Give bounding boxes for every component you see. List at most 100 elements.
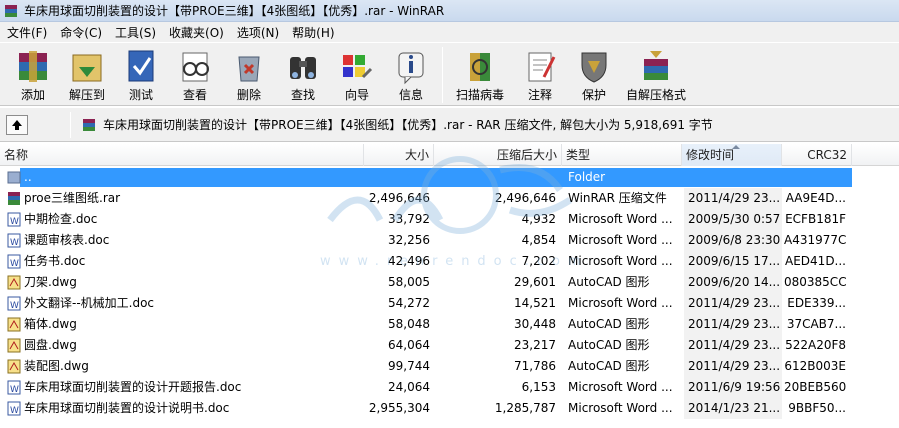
file-type: Microsoft Word ... [568,401,673,415]
file-modified: 2011/6/9 19:56 [688,380,781,394]
file-modified: 2011/4/29 23... [688,317,781,331]
file-size: 54,272 [388,296,430,310]
add-label: 添加 [20,88,45,102]
file-crc: 522A20F8 [785,338,846,352]
rar-file-icon [8,192,20,205]
test-button[interactable]: 测试 [114,43,168,105]
file-name: 刀架.dwg [24,275,77,289]
file-type: Microsoft Word ... [568,296,673,310]
sfx-icon [644,51,668,80]
file-crc: AED41D... [785,254,846,268]
svg-text:W: W [10,301,19,311]
menu-commands[interactable]: 命令(C) [55,24,110,41]
virus-scan-label: 扫描病毒 [455,88,504,102]
file-row[interactable]: W 课题审核表.doc 32,256 4,854 Microsoft Word ... 2… [0,230,899,251]
find-button[interactable]: 查找 [276,43,330,105]
file-packed-size: 1,285,787 [494,401,556,415]
title-bar: 车床用球面切削装置的设计【带PROE三维】【4张图纸】【优秀】.rar - Wi… [0,0,899,22]
file-row[interactable]: 刀架.dwg 58,005 29,601 AutoCAD 图形 2009/6/20 14… [0,272,899,293]
file-type: WinRAR 压缩文件 [568,191,667,205]
column-modified-label: 修改时间 [686,148,735,162]
wizard-icon [343,55,373,79]
delete-recycle-icon [238,56,260,82]
extract-to-label: 解压到 [68,88,105,102]
archive-path: 车床用球面切削装置的设计【带PROE三维】【4张图纸】【优秀】.rar - RA… [103,118,713,132]
menu-file[interactable]: 文件(F) [2,24,55,41]
file-type: AutoCAD 图形 [568,317,650,331]
delete-button[interactable]: 删除 [222,43,276,105]
file-modified: 2011/4/29 23... [688,359,781,373]
menu-tools[interactable]: 工具(S) [110,24,164,41]
comment-button[interactable]: 注释 [513,43,567,105]
file-size: 33,792 [388,212,430,226]
file-packed-size: 29,601 [514,275,556,289]
file-name: 圆盘.dwg [24,338,77,352]
file-row[interactable]: W 任务书.doc 42,496 7,202 Microsoft Word ... 200… [0,251,899,272]
file-packed-size: 71,786 [514,359,556,373]
file-name: 任务书.doc [24,254,86,268]
file-row[interactable]: 装配图.dwg 99,744 71,786 AutoCAD 图形 2011/4/29 2… [0,356,899,377]
menu-options[interactable]: 选项(N) [232,24,287,41]
file-crc: 20BEB560 [784,380,846,394]
menu-help[interactable]: 帮助(H) [287,24,342,41]
svg-text:W: W [10,385,19,395]
file-row[interactable]: 圆盘.dwg 64,064 23,217 AutoCAD 图形 2011/4/29 23… [0,335,899,356]
file-modified: 2009/6/20 14... [688,275,781,289]
file-size: 64,064 [388,338,430,352]
file-row[interactable]: 箱体.dwg 58,048 30,448 AutoCAD 图形 2011/4/29 23… [0,314,899,335]
doc-file-icon: W [7,212,21,227]
add-button[interactable]: 添加 [6,43,60,105]
file-type: AutoCAD 图形 [568,338,650,352]
archive-icon [83,118,95,131]
find-binoculars-icon [290,57,316,79]
file-modified: 2009/5/30 0:57 [688,212,781,226]
file-name: proe三维图纸.rar [24,191,121,205]
info-button[interactable]: 信息 [384,43,438,105]
file-packed-size: 4,932 [521,212,556,226]
info-icon [398,52,424,85]
menu-favorites[interactable]: 收藏夹(O) [164,24,232,41]
column-crc[interactable]: CRC32 [782,144,852,166]
file-row[interactable]: W 中期检查.doc 33,792 4,932 Microsoft Word ... 20… [0,209,899,230]
protect-button[interactable]: 保护 [567,43,621,105]
file-packed-size: 2,496,646 [494,191,556,205]
file-size: 42,496 [388,254,430,268]
column-type[interactable]: 类型 [562,144,682,166]
file-row[interactable]: .. Folder [0,167,899,188]
comment-label: 注释 [527,88,552,102]
wizard-button[interactable]: 向导 [330,43,384,105]
file-row[interactable]: W 车床用球面切削装置的设计开题报告.doc 24,064 6,153 Microsof… [0,377,899,398]
doc-file-icon: W [7,380,21,395]
file-name: 外文翻译--机械加工.doc [24,296,155,310]
file-name: 车床用球面切削装置的设计开题报告.doc [24,380,242,394]
view-button[interactable]: 查看 [168,43,222,105]
file-size: 24,064 [388,380,430,394]
file-row[interactable]: W 车床用球面切削装置的设计说明书.doc 2,955,304 1,285,787 Mi… [0,398,899,419]
column-header: 名称 大小 压缩后大小 类型 修改时间 CRC32 [0,144,899,166]
extract-to-button[interactable]: 解压到 [60,43,114,105]
file-row[interactable]: proe三维图纸.rar 2,496,646 2,496,646 WinRAR 压缩文… [0,188,899,209]
file-type: Microsoft Word ... [568,212,673,226]
column-packed[interactable]: 压缩后大小 [434,144,562,166]
add-books-icon [19,51,47,82]
file-modified: 2011/4/29 23... [688,191,781,205]
column-size[interactable]: 大小 [364,144,434,166]
svg-text:W: W [10,259,19,269]
protect-label: 保护 [581,88,606,102]
file-crc: 9BBF50... [788,401,846,415]
doc-file-icon: W [7,233,21,248]
file-size: 58,048 [388,317,430,331]
column-name[interactable]: 名称 [0,144,364,166]
view-glasses-icon [182,52,209,82]
file-modified: 2014/1/23 21... [688,401,781,415]
column-modified[interactable]: 修改时间 [682,144,782,166]
up-one-level-button[interactable] [6,114,28,135]
file-modified: 2011/4/29 23... [688,338,781,352]
winrar-app-icon [5,4,17,17]
toolbar: 添加 解压到 测试 查看 删除 查找 向导 信息 扫描病毒 注释 保护 自解压格… [0,42,899,106]
protect-shield-icon [581,52,607,83]
file-row[interactable]: W 外文翻译--机械加工.doc 54,272 14,521 Microsoft Wor… [0,293,899,314]
sfx-button[interactable]: 自解压格式 [621,43,691,105]
comment-icon [528,52,556,82]
virus-scan-button[interactable]: 扫描病毒 [447,43,513,105]
